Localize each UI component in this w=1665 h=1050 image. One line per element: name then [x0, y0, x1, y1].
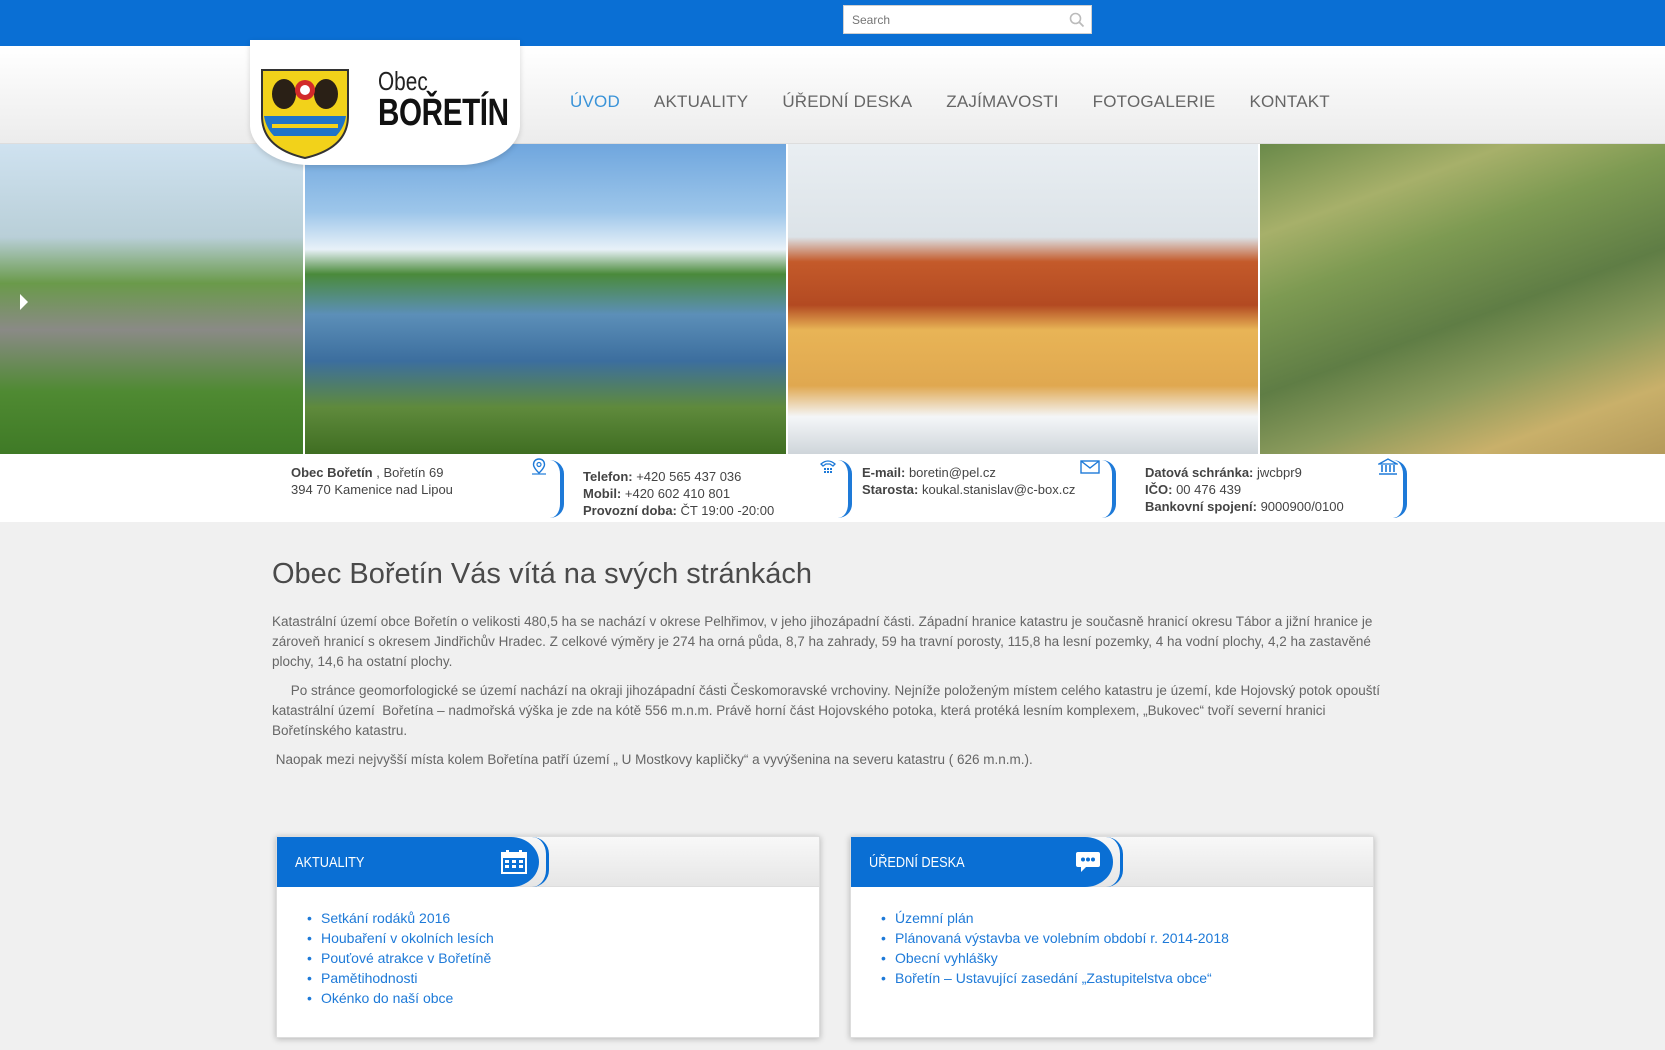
- mobile-label: Mobil:: [583, 486, 622, 501]
- paragraph: Naopak mezi nejvyšší místa kolem Bořetín…: [272, 752, 1033, 767]
- map-pin-icon: [532, 458, 546, 475]
- address-block: Obec Bořetín , Bořetín 69 394 70 Kamenic…: [291, 464, 453, 532]
- news-link[interactable]: Houbaření v okolních lesích: [321, 930, 494, 946]
- contact-band: Obec Bořetín , Bořetín 69 394 70 Kamenic…: [0, 454, 1665, 522]
- photo-aerial-view: [1260, 144, 1665, 454]
- ico-label: IČO:: [1145, 482, 1173, 497]
- address-city: 394 70 Kamenice nad Lipou: [291, 482, 453, 497]
- aktuality-list: Setkání rodáků 2016 Houbaření v okolních…: [307, 908, 494, 1008]
- nav-zajimavosti[interactable]: ZAJÍMAVOSTI: [946, 92, 1058, 112]
- aktuality-box: AKTUALITY Setkání rodáků 2016 Houbaření …: [276, 836, 820, 1038]
- nav-kontakt[interactable]: KONTAKT: [1249, 92, 1329, 112]
- list-item[interactable]: Plánovaná výstavba ve volebním období r.…: [881, 928, 1229, 948]
- nav-uredni-deska[interactable]: ÚŘEDNÍ DESKA: [782, 92, 912, 112]
- list-item[interactable]: Okénko do naší obce: [307, 988, 494, 1008]
- search-input[interactable]: [844, 6, 1064, 33]
- mobile-value[interactable]: +420 602 410 801: [621, 486, 730, 501]
- uredni-deska-box: ÚŘEDNÍ DESKA Územní plán Plánovaná výsta…: [850, 836, 1374, 1038]
- nav-aktuality[interactable]: AKTUALITY: [654, 92, 748, 112]
- email-value[interactable]: boretin@pel.cz: [905, 465, 996, 480]
- main-nav: ÚVOD AKTUALITY ÚŘEDNÍ DESKA ZAJÍMAVOSTI …: [570, 92, 1364, 112]
- phone-block: Telefon: +420 565 437 036 Mobil: +420 60…: [583, 468, 774, 536]
- divider-curve: [550, 460, 564, 518]
- phone-value[interactable]: +420 565 437 036: [633, 469, 741, 484]
- address-street: , Bořetín 69: [372, 465, 444, 480]
- news-link[interactable]: Okénko do naší obce: [321, 990, 453, 1006]
- search-icon[interactable]: [1069, 12, 1085, 28]
- photo-strip: [0, 144, 1665, 454]
- bank-block: Datová schránka: jwcbpr9 IČO: 00 476 439…: [1145, 464, 1344, 532]
- data-box-label: Datová schránka:: [1145, 465, 1254, 480]
- list-item[interactable]: Pamětihodnosti: [307, 968, 494, 988]
- news-link[interactable]: Setkání rodáků 2016: [321, 910, 450, 926]
- photo-pond: [305, 144, 788, 454]
- list-item[interactable]: Bořetín – Ustavující zasedání „Zastupite…: [881, 968, 1229, 988]
- paragraph: Po stránce geomorfologické se území nach…: [272, 683, 1384, 738]
- divider-curve: [1393, 460, 1407, 518]
- search-box[interactable]: [843, 5, 1092, 34]
- calendar-icon: [501, 850, 527, 874]
- uredni-deska-heading: ÚŘEDNÍ DESKA: [869, 854, 965, 871]
- nav-fotogalerie[interactable]: FOTOGALERIE: [1093, 92, 1216, 112]
- list-item[interactable]: Pouťové atrakce v Bořetíně: [307, 948, 494, 968]
- speech-bubble-icon: [1076, 852, 1100, 872]
- envelope-icon: [1080, 460, 1100, 474]
- list-item[interactable]: Setkání rodáků 2016: [307, 908, 494, 928]
- divider-curve: [1102, 460, 1116, 518]
- notice-link[interactable]: Územní plán: [895, 910, 974, 926]
- news-link[interactable]: Pamětihodnosti: [321, 970, 418, 986]
- list-item[interactable]: Územní plán: [881, 908, 1229, 928]
- mayor-email-value[interactable]: koukal.stanislav@c-box.cz: [918, 482, 1075, 497]
- bank-label: Bankovní spojení:: [1145, 499, 1257, 514]
- intro-text: Katastrální území obce Bořetín o velikos…: [272, 612, 1397, 779]
- page-title: Obec Bořetín Vás vítá na svých stránkách: [272, 558, 812, 590]
- notice-link[interactable]: Obecní vyhlášky: [895, 950, 998, 966]
- ico-value: 00 476 439: [1172, 482, 1242, 497]
- nav-uvod[interactable]: ÚVOD: [570, 92, 620, 112]
- notice-link[interactable]: Plánovaná výstavba ve volebním období r.…: [895, 930, 1229, 946]
- data-box-value: jwcbpr9: [1253, 465, 1302, 480]
- hours-label: Provozní doba:: [583, 503, 677, 518]
- email-label: E-mail:: [862, 465, 906, 480]
- email-block: E-mail: boretin@pel.cz Starosta: koukal.…: [862, 464, 1075, 532]
- slider-prev-arrow-icon[interactable]: [20, 294, 28, 310]
- brand-name[interactable]: BOŘETÍN: [378, 92, 509, 135]
- coat-of-arms-icon[interactable]: [258, 68, 352, 160]
- phone-label: Telefon:: [583, 469, 633, 484]
- notice-link[interactable]: Bořetín – Ustavující zasedání „Zastupite…: [895, 970, 1212, 986]
- list-item[interactable]: Obecní vyhlášky: [881, 948, 1229, 968]
- news-link[interactable]: Pouťové atrakce v Bořetíně: [321, 950, 491, 966]
- uredni-deska-tab[interactable]: ÚŘEDNÍ DESKA: [851, 837, 1123, 887]
- photo-chapel-house: [788, 144, 1260, 454]
- aktuality-heading: AKTUALITY: [295, 854, 365, 871]
- phone-icon: [820, 460, 836, 473]
- paragraph: Katastrální území obce Bořetín o velikos…: [272, 614, 1373, 669]
- list-item[interactable]: Houbaření v okolních lesích: [307, 928, 494, 948]
- aktuality-tab[interactable]: AKTUALITY: [277, 837, 549, 887]
- hours-value: ČT 19:00 -20:00: [676, 503, 775, 518]
- bank-value: 9000900/0100: [1256, 499, 1344, 514]
- divider-curve: [838, 460, 852, 518]
- mayor-label: Starosta:: [862, 482, 919, 497]
- address-name: Obec Bořetín: [291, 465, 373, 480]
- photo-village-houses: [0, 144, 305, 454]
- uredni-deska-list: Územní plán Plánovaná výstavba ve volebn…: [881, 908, 1229, 988]
